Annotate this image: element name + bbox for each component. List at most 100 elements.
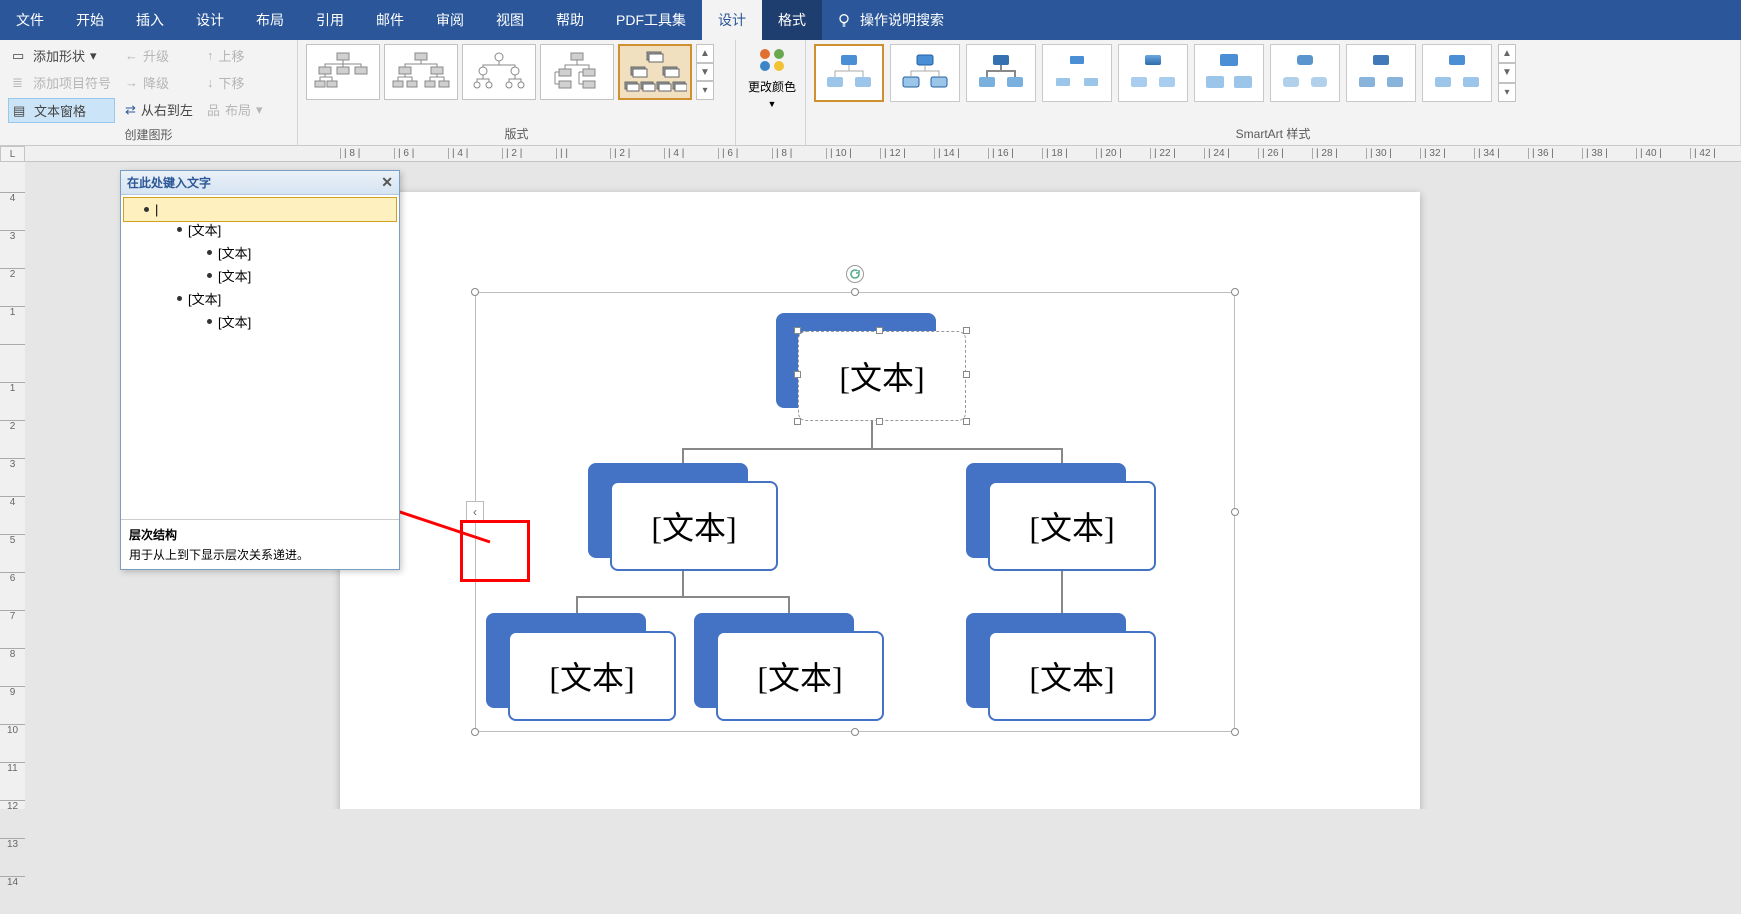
text-pane-close[interactable]: ✕ xyxy=(381,174,393,191)
text-pane-item[interactable]: [文本] xyxy=(127,287,393,310)
text-pane-button[interactable]: ▤文本窗格 xyxy=(8,98,115,123)
text-pane-item-text: | xyxy=(155,202,158,217)
dropdown-icon: ▼ xyxy=(768,99,777,109)
handle-bl[interactable] xyxy=(471,728,479,736)
connector xyxy=(576,596,790,598)
text-pane-item-text: [文本] xyxy=(188,289,221,308)
text-pane-item-text: [文本] xyxy=(188,220,221,239)
tell-me[interactable]: 操作说明搜索 xyxy=(822,0,958,40)
layout-thumb-5-selected[interactable] xyxy=(618,44,692,100)
text-pane[interactable]: 在此处键入文字 ✕ |[文本][文本][文本][文本][文本] 层次结构 用于从… xyxy=(120,170,400,570)
text-pane-body[interactable]: | [文本] [文本] [文本] [文本] [文本] xyxy=(121,195,399,515)
menu-mail[interactable]: 邮件 xyxy=(360,0,420,40)
menu-references[interactable]: 引用 xyxy=(300,0,360,40)
style-thumb-4[interactable] xyxy=(1042,44,1112,102)
styles-scroll-up[interactable]: ▲ xyxy=(1498,44,1516,63)
handle-tr[interactable] xyxy=(1231,288,1239,296)
menu-bar: 文件 开始 插入 设计 布局 引用 邮件 审阅 视图 帮助 PDF工具集 设计 … xyxy=(0,0,1741,40)
gallery-more[interactable]: ▾ xyxy=(696,81,714,100)
handle-r[interactable] xyxy=(1231,508,1239,516)
styles-gallery-scroll: ▲ ▼ ▾ xyxy=(1498,44,1516,102)
menu-smartart-format[interactable]: 格式 xyxy=(762,0,822,40)
text-pane-title: 在此处键入文字 xyxy=(127,174,211,191)
smartart-node-root[interactable]: [文本] xyxy=(776,313,966,423)
smartart-node[interactable]: [文本] xyxy=(588,463,778,573)
text-pane-item[interactable]: [文本] xyxy=(127,241,393,264)
menu-layout[interactable]: 布局 xyxy=(240,0,300,40)
text-pane-footer-title: 层次结构 xyxy=(129,526,391,543)
bullet-icon xyxy=(207,273,212,278)
chevron-left-icon: ‹ xyxy=(473,505,477,519)
style-thumb-9[interactable] xyxy=(1422,44,1492,102)
horizontal-ruler[interactable]: | 8 || 6 || 4 || 2 || || 2 || 4 || 6 || … xyxy=(25,146,1741,162)
text-pane-item-text: [文本] xyxy=(218,266,251,285)
smartart-node[interactable]: [文本] xyxy=(966,613,1156,723)
menu-insert[interactable]: 插入 xyxy=(120,0,180,40)
text-pane-toggle[interactable]: ‹ xyxy=(466,501,484,523)
layout-dropdown[interactable]: 品布局 ▾ xyxy=(203,98,267,121)
promote-button[interactable]: ←升级 xyxy=(121,44,197,67)
menu-design[interactable]: 设计 xyxy=(180,0,240,40)
style-thumb-7[interactable] xyxy=(1270,44,1340,102)
lightbulb-icon xyxy=(836,12,852,28)
bullet-icon xyxy=(177,227,182,232)
handle-tl[interactable] xyxy=(471,288,479,296)
styles-scroll-down[interactable]: ▼ xyxy=(1498,63,1516,82)
smartart-node-text[interactable]: [文本] xyxy=(988,481,1156,571)
move-up-button[interactable]: ↑上移 xyxy=(203,44,267,67)
gallery-scroll-down[interactable]: ▼ xyxy=(696,63,714,82)
rtl-button[interactable]: ⇄从右到左 xyxy=(121,98,197,121)
handle-b[interactable] xyxy=(851,728,859,736)
ribbon-group-label-layout: 版式 xyxy=(306,122,727,145)
layout-icon: 品 xyxy=(207,100,220,119)
rtl-icon: ⇄ xyxy=(125,102,136,118)
style-thumb-3[interactable] xyxy=(966,44,1036,102)
text-pane-titlebar[interactable]: 在此处键入文字 ✕ xyxy=(121,171,399,195)
smartart-frame[interactable]: ‹ [文本] [文本] xyxy=(475,292,1235,732)
layout-gallery: ▲ ▼ ▾ xyxy=(306,44,727,100)
arrow-right-icon: → xyxy=(125,75,138,90)
smartart-node[interactable]: [文本] xyxy=(486,613,676,723)
change-colors-button[interactable]: 更改颜色 ▼ xyxy=(744,44,800,109)
colors-icon xyxy=(755,44,789,74)
smartart-node-text[interactable]: [文本] xyxy=(716,631,884,721)
layout-thumb-2[interactable] xyxy=(384,44,458,100)
menu-smartart-design[interactable]: 设计 xyxy=(702,0,762,40)
text-pane-item[interactable]: [文本] xyxy=(127,310,393,333)
bullet-list-icon: ≣ xyxy=(12,75,28,91)
smartart-node-text[interactable]: [文本] xyxy=(610,481,778,571)
layout-thumb-1[interactable] xyxy=(306,44,380,100)
menu-help[interactable]: 帮助 xyxy=(540,0,600,40)
gallery-scroll-up[interactable]: ▲ xyxy=(696,44,714,63)
menu-home[interactable]: 开始 xyxy=(60,0,120,40)
smartart-node-text[interactable]: [文本] xyxy=(798,331,966,421)
menu-review[interactable]: 审阅 xyxy=(420,0,480,40)
add-bullet-button[interactable]: ≣添加项目符号 xyxy=(8,71,115,94)
menu-file[interactable]: 文件 xyxy=(0,0,60,40)
bullet-icon xyxy=(177,296,182,301)
menu-view[interactable]: 视图 xyxy=(480,0,540,40)
handle-br[interactable] xyxy=(1231,728,1239,736)
style-thumb-8[interactable] xyxy=(1346,44,1416,102)
smartart-node-text[interactable]: [文本] xyxy=(508,631,676,721)
add-shape-button[interactable]: ▭添加形状 ▾ xyxy=(8,44,115,67)
rotate-handle[interactable] xyxy=(846,265,864,283)
text-pane-item[interactable]: [文本] xyxy=(127,264,393,287)
style-thumb-2[interactable] xyxy=(890,44,960,102)
styles-more[interactable]: ▾ xyxy=(1498,83,1516,102)
layout-thumb-4[interactable] xyxy=(540,44,614,100)
menu-pdftools[interactable]: PDF工具集 xyxy=(600,0,702,40)
smartart-node[interactable]: [文本] xyxy=(966,463,1156,573)
vertical-ruler[interactable]: 43211234567891011121314 xyxy=(0,162,25,809)
smartart-node-text[interactable]: [文本] xyxy=(988,631,1156,721)
smartart-node[interactable]: [文本] xyxy=(694,613,884,723)
text-pane-item[interactable]: [文本] xyxy=(127,218,393,241)
handle-t[interactable] xyxy=(851,288,859,296)
style-thumb-5[interactable] xyxy=(1118,44,1188,102)
style-thumb-6[interactable] xyxy=(1194,44,1264,102)
layout-thumb-3[interactable] xyxy=(462,44,536,100)
demote-button[interactable]: →降级 xyxy=(121,71,197,94)
tell-me-label: 操作说明搜索 xyxy=(860,10,944,30)
style-thumb-1[interactable] xyxy=(814,44,884,102)
move-down-button[interactable]: ↓下移 xyxy=(203,71,267,94)
